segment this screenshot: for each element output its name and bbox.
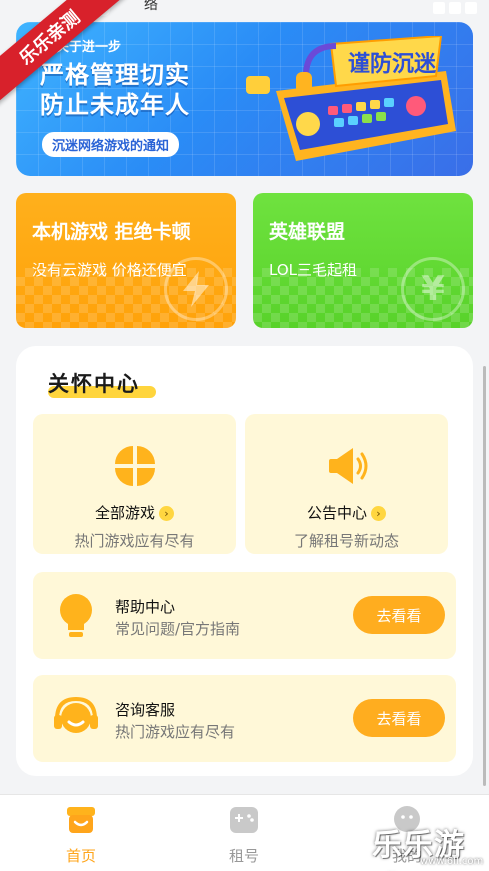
yen-coin-icon: ¥ (401, 257, 465, 321)
banner-art-text: 谨防沉迷 (348, 52, 437, 77)
tile-subtitle: 热门游戏应有尽有 (74, 532, 195, 550)
row-title: 咨询客服 (115, 701, 176, 719)
card-lol[interactable]: 英雄联盟 LOL三毛起租 ¥ (253, 193, 473, 328)
tile-label: 公告中心 › (245, 502, 448, 523)
banner-title-line2: 防止未成年人 (40, 91, 190, 119)
card-title: 英雄联盟 (269, 221, 346, 243)
home-shop-icon (67, 807, 95, 833)
row-subtitle: 常见问题/官方指南 (115, 620, 241, 638)
row-help-center: 帮助中心 常见问题/官方指南 去看看 (33, 572, 456, 659)
lightbulb-icon (60, 594, 92, 637)
tab-home[interactable]: 首页 (41, 805, 121, 866)
row-subtitle: 热门游戏应有尽有 (115, 723, 236, 741)
service-go-button[interactable]: 去看看 (353, 699, 445, 737)
signal-icon (449, 2, 461, 14)
headset-icon (54, 696, 98, 733)
tile-subtitle: 了解租号新动态 (293, 532, 399, 550)
tab-rent[interactable]: 租号 (204, 805, 284, 866)
card-subtitle: 没有云游戏 价格还便宜 (32, 261, 187, 279)
battery-icon (465, 2, 477, 14)
help-go-button[interactable]: 去看看 (353, 596, 445, 634)
tile-label: 全部游戏 › (33, 502, 236, 523)
four-leaf-grid-icon (114, 446, 155, 486)
chevron-right-icon: › (159, 506, 174, 521)
gamepad-icon (230, 807, 258, 833)
tile-all-games[interactable]: 全部游戏 › 热门游戏应有尽有 (33, 414, 236, 554)
site-watermark-url: www.6ll.com (420, 856, 484, 867)
tab-label: 首页 (65, 847, 96, 865)
tab-label: 租号 (228, 847, 259, 865)
banner-title-line1: 严格管理切实 (40, 61, 190, 89)
care-center-heading: 关怀中心 (48, 368, 156, 398)
card-subtitle: LOL三毛起租 (269, 261, 357, 279)
tile-announcements[interactable]: 公告中心 › 了解租号新动态 (245, 414, 448, 554)
status-icons (433, 2, 477, 14)
row-customer-service: 咨询客服 热门游戏应有尽有 去看看 (33, 675, 456, 762)
speaker-icon (328, 448, 367, 484)
card-title: 本机游戏 拒绝卡顿 (32, 221, 191, 243)
scrollbar[interactable] (483, 366, 486, 786)
wifi-icon (433, 2, 445, 14)
lightning-icon (164, 257, 228, 321)
anti-addiction-banner[interactable]: 关于进一步 严格管理切实 防止未成年人 沉迷网络游戏的通知 谨防沉迷 (16, 22, 473, 176)
care-center-title: 关怀中心 (48, 372, 140, 396)
care-center-panel: 关怀中心 全部游戏 › 热门游戏应有尽有 公告中心 › 了解租号新动态 帮助中心 常… (16, 346, 473, 776)
status-text: 络 (144, 0, 158, 13)
row-title: 帮助中心 (115, 598, 176, 616)
card-local-games[interactable]: 本机游戏 拒绝卡顿 没有云游戏 价格还便宜 (16, 193, 236, 328)
banner-tag: 沉迷网络游戏的通知 (42, 132, 180, 157)
gaming-keyboard-illustration: 谨防沉迷 (246, 36, 456, 161)
chevron-right-icon: › (371, 506, 386, 521)
banner-title: 严格管理切实 防止未成年人 (40, 60, 190, 120)
